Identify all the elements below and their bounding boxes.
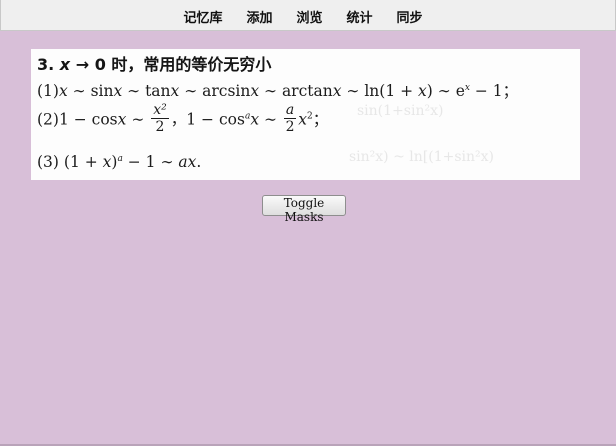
formula-line-1: (1)x ∼ sinx ∼ tanx ∼ arcsinx ∼ arctanx ∼…: [37, 79, 518, 101]
fraction-2-numerator: a: [283, 102, 297, 119]
line1-index: (1): [37, 82, 59, 100]
nav-item-sync[interactable]: 同步: [397, 7, 423, 26]
line3-index: (3): [37, 153, 59, 171]
line1-arcsin: arcsin: [202, 82, 251, 100]
line3-minus-one: − 1: [122, 153, 156, 171]
line1-sim-2: ∼: [122, 82, 146, 100]
line1-arctan: arctan: [281, 82, 333, 100]
heading-variable: x: [59, 55, 71, 74]
line1-x: x: [58, 82, 68, 100]
nav-menu: 记忆库 添加 浏览 统计 同步: [1, 7, 616, 26]
line2-cos-2: cos: [218, 110, 245, 129]
fraction-1-numerator: x²: [151, 102, 169, 119]
formula-line-2: (2)1 − cosx ∼ x² 2 ，1 − cosax ∼ a 2 x2；: [37, 102, 329, 136]
line2-x: x: [298, 110, 308, 129]
fraction-2-denominator: 2: [285, 119, 295, 135]
line3-open: (1 +: [58, 153, 103, 171]
formula-heading: 3. x → 0 时，常用的等价无穷小: [37, 51, 271, 75]
line2-sim-1: ∼: [126, 110, 150, 129]
fraction-a-over-2: a2: [283, 102, 297, 135]
line2-one-minus-2: 1 −: [186, 110, 219, 129]
line1-sim-1: ∼: [67, 82, 91, 100]
line1-minus-one: − 1；: [469, 82, 519, 100]
line1-tan: tan: [145, 82, 171, 100]
card-image: sin(1+sin²x) sin²x) ~ ln[(1+sin²x) 3. x …: [31, 49, 580, 180]
top-toolbar: 记忆库 添加 浏览 统计 同步: [0, 0, 616, 31]
line2-cos: cos: [91, 110, 118, 129]
heading-zero: 0: [94, 55, 106, 74]
line1-sin-x: x: [113, 82, 123, 100]
fraction-1-denominator: 2: [155, 119, 165, 135]
faded-background-text: sin²x) ~ ln[(1+sin²x): [349, 149, 494, 165]
line1-sim-6: ∼: [432, 82, 456, 100]
heading-text: 时，常用的等价无穷小: [111, 55, 272, 74]
line1-arcsin-x: x: [250, 82, 260, 100]
line1-sim-5: ∼: [341, 82, 365, 100]
line3-sim: ∼: [155, 153, 179, 171]
line3-end: .: [196, 153, 202, 171]
line2-one-minus: 1 −: [58, 110, 92, 129]
line2-cos-2-x: x: [250, 110, 260, 129]
line2-comma: ，: [170, 110, 187, 129]
nav-item-browse[interactable]: 浏览: [296, 7, 322, 26]
line1-sin: sin: [90, 82, 114, 100]
line2-sim-2: ∼: [259, 110, 282, 129]
heading-arrow: →: [75, 55, 90, 74]
faded-background-text: sin(1+sin²x): [357, 103, 444, 119]
nav-item-add[interactable]: 添加: [246, 7, 272, 26]
fraction-x2-over-2: x² 2: [151, 103, 169, 134]
nav-item-stats[interactable]: 统计: [347, 7, 373, 26]
line1-sim-3: ∼: [179, 82, 203, 100]
toggle-masks-button[interactable]: Toggle Masks: [262, 195, 346, 224]
line1-e: e: [455, 82, 465, 100]
formula-line-3: (3) (1 + x)a − 1 ∼ ax.: [37, 153, 201, 171]
line1-tan-x: x: [170, 82, 180, 100]
line1-sim-4: ∼: [259, 82, 282, 100]
line3-ax: ax: [178, 153, 197, 171]
line1-ln: ln(1 +: [364, 82, 419, 100]
heading-number: 3.: [37, 55, 55, 74]
line1-ln-x: x: [418, 82, 427, 100]
line2-index: (2): [37, 110, 59, 129]
nav-item-deck[interactable]: 记忆库: [183, 7, 222, 26]
line2-end: ；: [312, 110, 329, 129]
